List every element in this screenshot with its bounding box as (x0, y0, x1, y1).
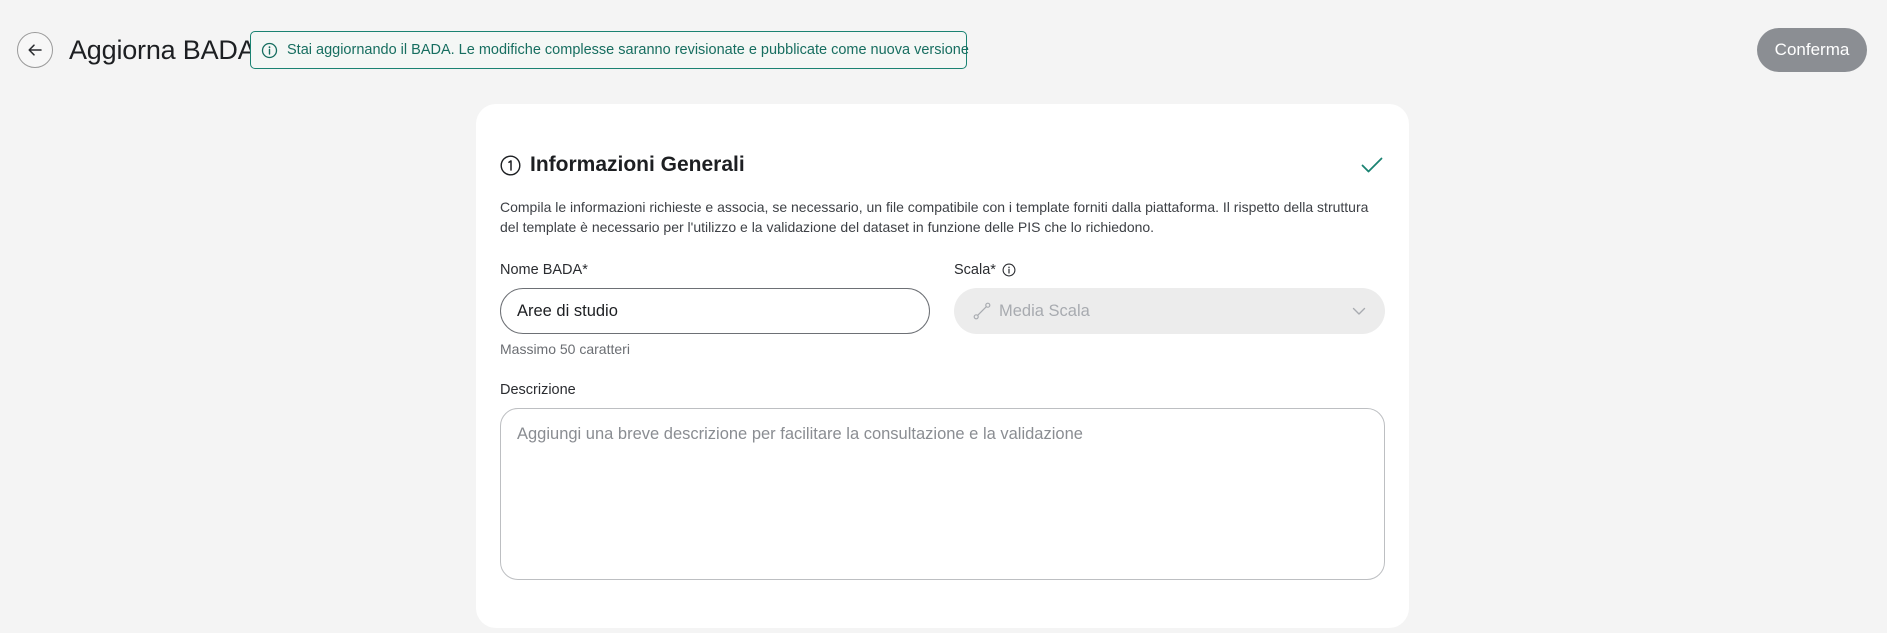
confirm-button[interactable]: Conferma (1757, 28, 1867, 72)
name-label-text: Nome BADA* (500, 262, 588, 278)
info-banner: Stai aggiornando il BADA. Le modifiche c… (250, 31, 969, 69)
circled-one-icon (500, 154, 521, 176)
general-info-card: Informazioni Generali Compila le informa… (476, 104, 1409, 628)
ruler-line-icon (973, 302, 991, 320)
page-title: Aggiorna BADA (69, 35, 256, 65)
description-textarea[interactable] (500, 408, 1385, 580)
back-button[interactable] (17, 32, 53, 68)
section-title: Informazioni Generali (530, 153, 745, 176)
info-circle-icon[interactable] (1002, 263, 1016, 277)
section-description: Compila le informazioni richieste e asso… (500, 199, 1369, 235)
top-bar: Aggiorna BADA Stai aggiornando il BADA. … (0, 0, 1887, 100)
name-label: Nome BADA* (500, 261, 588, 279)
section-header: Informazioni Generali (500, 152, 745, 178)
name-input[interactable] (500, 288, 930, 334)
info-circle-icon (261, 42, 278, 59)
scale-label-text: Scala* (954, 262, 996, 278)
description-label-text: Descrizione (500, 382, 576, 398)
name-hint: Massimo 50 caratteri (500, 341, 630, 357)
chevron-down-icon (1351, 303, 1367, 319)
scale-select[interactable]: Media Scala (954, 288, 1385, 334)
checkmark-icon (1361, 156, 1383, 174)
arrow-left-icon (28, 44, 42, 56)
banner-text: Stai aggiornando il BADA. Le modifiche c… (287, 42, 969, 58)
scale-select-value: Media Scala (999, 301, 1090, 320)
scale-label: Scala* (954, 261, 1016, 279)
description-label: Descrizione (500, 381, 576, 399)
